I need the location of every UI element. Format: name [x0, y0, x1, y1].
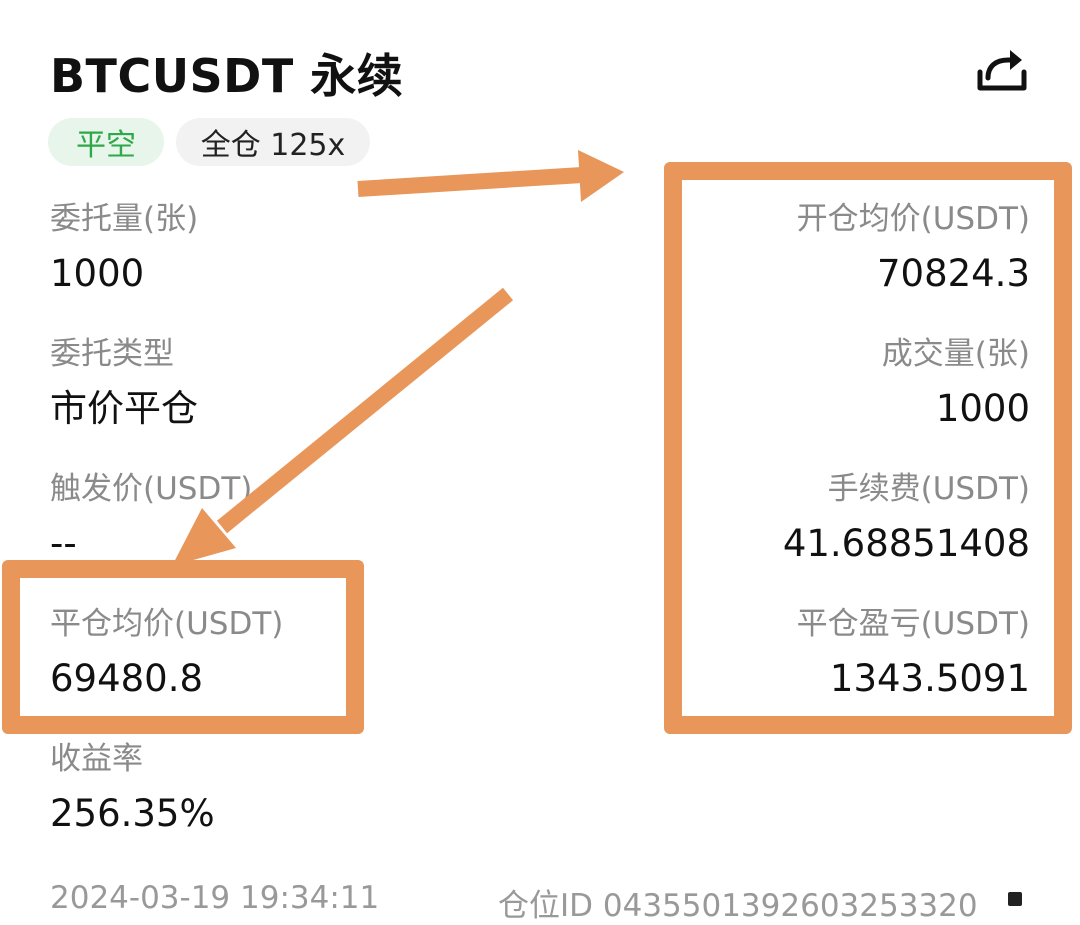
share-icon[interactable]	[976, 46, 1028, 94]
trigger-price-value: --	[50, 522, 77, 565]
margin-mode-badge: 全仓 125x	[176, 118, 370, 166]
order-type-label: 委托类型	[50, 336, 174, 372]
trigger-price-label: 触发价(USDT)	[50, 471, 253, 507]
highlight-box-left	[2, 560, 364, 734]
order-type-value: 市价平仓	[50, 387, 198, 430]
order-time: 2024-03-19 19:34:11	[50, 880, 380, 916]
page-title: BTCUSDT 永续	[50, 49, 404, 103]
arrow-to-right-box	[357, 150, 624, 202]
roi-label: 收益率	[50, 741, 143, 777]
copy-icon[interactable]	[1008, 892, 1022, 906]
position-id: 仓位ID 0435501392603253320	[498, 888, 978, 924]
roi-value: 256.35%	[50, 792, 215, 835]
order-qty-label: 委托量(张)	[50, 201, 199, 237]
side-badge: 平空	[48, 118, 164, 166]
arrow-to-left-box	[172, 287, 514, 566]
highlight-box-right	[664, 162, 1072, 734]
order-qty-value: 1000	[50, 252, 145, 295]
